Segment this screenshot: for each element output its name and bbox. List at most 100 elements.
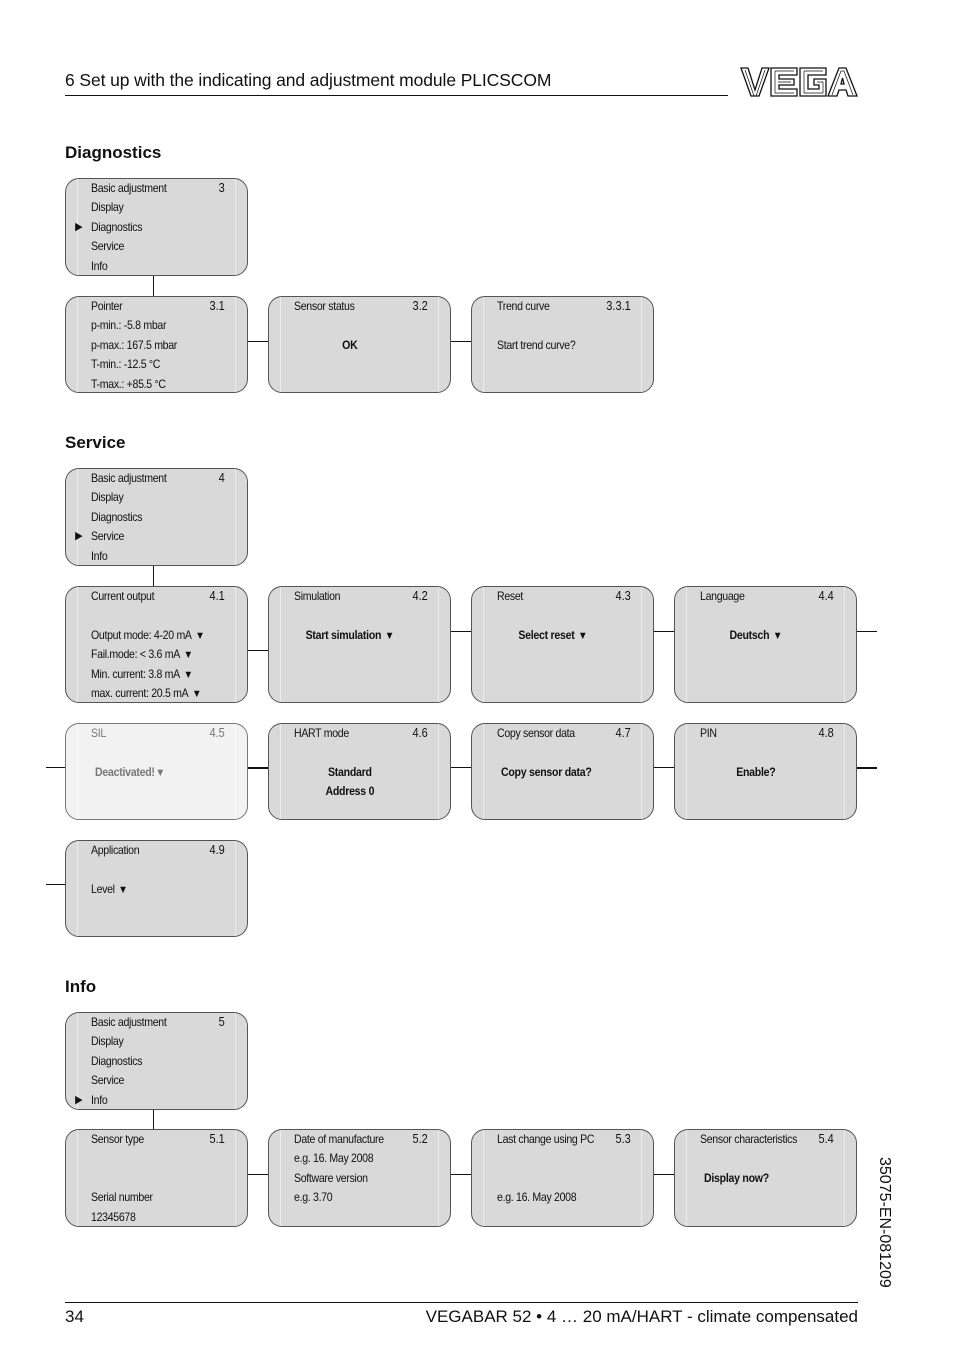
software-version-value: e.g. 3.70 — [294, 1190, 333, 1205]
connector-line — [857, 631, 877, 632]
menu-item-display[interactable]: Display — [91, 488, 219, 507]
current-output-box[interactable]: Current output 4.1 Output mode: 4-20 mA ▼ … — [65, 586, 248, 703]
menu-item-basic-adjustment[interactable]: Basic adjustment 4 — [91, 469, 225, 488]
copy-sensor-data-prompt[interactable]: Copy sensor data? — [501, 763, 626, 782]
connector-line — [451, 631, 471, 632]
service-menu-box: Basic adjustment 4 Display Diagnostics ▶ S… — [65, 468, 248, 566]
max-current-select[interactable]: max. current: 20.5 mA ▼ — [91, 684, 219, 702]
dropdown-arrow-icon: ▼ — [183, 668, 193, 681]
menu-item-service[interactable]: Service — [91, 1071, 219, 1090]
box-number: 3.3.1 — [606, 299, 631, 313]
pointer-box[interactable]: Pointer 3.1 p-min.: -5.8 mbar p-max.: 167… — [65, 296, 248, 393]
dropdown-arrow-icon: ▼ — [384, 629, 395, 642]
dropdown-arrow-icon: ▼ — [183, 649, 193, 662]
language-box[interactable]: Language 4.4 Deutsch ▼ — [674, 586, 857, 703]
sil-box: SIL 4.5 Deactivated!▼ — [65, 723, 248, 820]
box-number: 4.4 — [818, 589, 834, 603]
language-select[interactable]: Deutsch ▼ — [685, 626, 827, 645]
sensor-status-box[interactable]: Sensor status 3.2 OK — [268, 296, 451, 393]
sensor-type-box[interactable]: Sensor type 5.1 Serial number 12345678 — [65, 1129, 248, 1227]
software-version-label: Software version — [294, 1170, 368, 1185]
hart-mode-box[interactable]: HART mode 4.6 Standard Address 0 — [268, 723, 451, 820]
pointer-icon: ▶ — [75, 220, 83, 233]
dropdown-arrow-icon: ▼ — [195, 629, 205, 642]
footer-rule — [65, 1302, 858, 1303]
t-max-value: T-max.: +85.5 °C — [91, 376, 166, 391]
connector-line — [451, 1174, 471, 1175]
connector-line — [654, 631, 674, 632]
connector-line — [153, 566, 154, 586]
box-title: Copy sensor data — [497, 726, 575, 740]
box-number: 4.9 — [209, 843, 225, 857]
page-number: 34 — [65, 1307, 84, 1326]
connector-line — [248, 1174, 268, 1175]
menu-item-basic-adjustment[interactable]: Basic adjustment 3 — [91, 179, 225, 198]
menu-item-info[interactable]: ▶ Info — [75, 1091, 219, 1109]
serial-number-label: Serial number — [91, 1190, 153, 1205]
header-rule — [65, 95, 728, 96]
pin-enable-prompt[interactable]: Enable? — [685, 763, 827, 782]
pointer-icon: ▶ — [75, 530, 83, 543]
box-title: Pointer 3.1 — [91, 297, 225, 316]
box-title: Current output — [91, 589, 155, 603]
connector-line — [46, 884, 65, 885]
box-title: Sensor characteristics — [700, 1132, 798, 1146]
connector-line — [153, 276, 154, 296]
connector-line — [248, 341, 268, 342]
vega-logo — [740, 67, 858, 97]
box-number: 5.4 — [818, 1132, 834, 1146]
reset-box[interactable]: Reset 4.3 Select reset ▼ — [471, 586, 654, 703]
chapter-heading: 6 Set up with the indicating and adjustm… — [65, 70, 552, 90]
box-number: 4.5 — [209, 726, 225, 740]
pin-box[interactable]: PIN 4.8 Enable? — [674, 723, 857, 820]
start-trend-curve-prompt[interactable]: Start trend curve? — [497, 336, 625, 355]
pointer-icon: ▶ — [75, 1093, 83, 1106]
menu-item-diagnostics[interactable]: Diagnostics — [91, 508, 219, 527]
box-number: 4.1 — [209, 589, 225, 603]
date-of-manufacture-box[interactable]: Date of manufacture 5.2 e.g. 16. May 2008… — [268, 1129, 451, 1227]
p-max-value: p-max.: 167.5 mbar — [91, 337, 178, 352]
menu-item-display[interactable]: Display — [91, 198, 219, 217]
menu-item-diagnostics[interactable]: Diagnostics — [91, 1052, 219, 1071]
connector-line — [451, 341, 471, 342]
box-number: 5.3 — [615, 1132, 631, 1146]
application-box[interactable]: Application 4.9 Level ▼ — [65, 840, 248, 937]
last-change-box[interactable]: Last change using PC 5.3 e.g. 16. May 200… — [471, 1129, 654, 1227]
menu-item-info[interactable]: Info — [91, 257, 219, 275]
connector-line — [46, 767, 65, 768]
simulation-value: Start simulation — [305, 627, 382, 642]
dropdown-arrow-icon: ▼ — [155, 766, 166, 779]
fail-mode-select[interactable]: Fail.mode: < 3.6 mA ▼ — [91, 645, 219, 664]
box-number: 4.8 — [818, 726, 834, 740]
box-number: 4.6 — [412, 726, 428, 740]
menu-item-service[interactable]: ▶ Service — [75, 527, 219, 546]
output-mode-select[interactable]: Output mode: 4-20 mA ▼ — [91, 626, 219, 645]
select-reset-select[interactable]: Select reset ▼ — [482, 626, 624, 645]
application-select[interactable]: Level ▼ — [91, 880, 219, 899]
menu-item-display[interactable]: Display — [91, 1032, 219, 1051]
display-now-prompt[interactable]: Display now? — [704, 1169, 829, 1188]
connector-line — [153, 1110, 154, 1129]
trend-curve-box[interactable]: Trend curve 3.3.1 Start trend curve? — [471, 296, 654, 393]
box-number: 4.7 — [615, 726, 631, 740]
menu-item-diagnostics[interactable]: ▶ Diagnostics — [75, 218, 219, 237]
min-current-value: Min. current: 3.8 mA — [91, 666, 180, 681]
dropdown-arrow-icon: ▼ — [118, 883, 128, 896]
t-min-value: T-min.: -12.5 °C — [91, 357, 161, 372]
simulation-box[interactable]: Simulation 4.2 Start simulation ▼ — [268, 586, 451, 703]
min-current-select[interactable]: Min. current: 3.8 mA ▼ — [91, 665, 219, 684]
box-number: 3.1 — [209, 299, 225, 313]
sensor-characteristics-box[interactable]: Sensor characteristics 5.4 Display now? — [674, 1129, 857, 1227]
menu-item-service[interactable]: Service — [91, 237, 219, 256]
copy-sensor-data-box[interactable]: Copy sensor data 4.7 Copy sensor data? — [471, 723, 654, 820]
sil-value: Deactivated! — [95, 764, 155, 779]
section-title-info: Info — [65, 977, 97, 996]
box-number: 5.2 — [412, 1132, 428, 1146]
menu-item-basic-adjustment[interactable]: Basic adjustment 5 — [91, 1013, 225, 1032]
footer-title: VEGABAR 52 • 4 … 20 mA/HART - climate co… — [425, 1307, 858, 1326]
menu-item-info[interactable]: Info — [91, 547, 219, 565]
hart-address-value: Address 0 — [325, 784, 375, 799]
start-simulation-select[interactable]: Start simulation ▼ — [279, 626, 421, 645]
info-menu-box: Basic adjustment 5 Display Diagnostics Se… — [65, 1012, 248, 1110]
fail-mode-value: Fail.mode: < 3.6 mA — [91, 647, 180, 662]
